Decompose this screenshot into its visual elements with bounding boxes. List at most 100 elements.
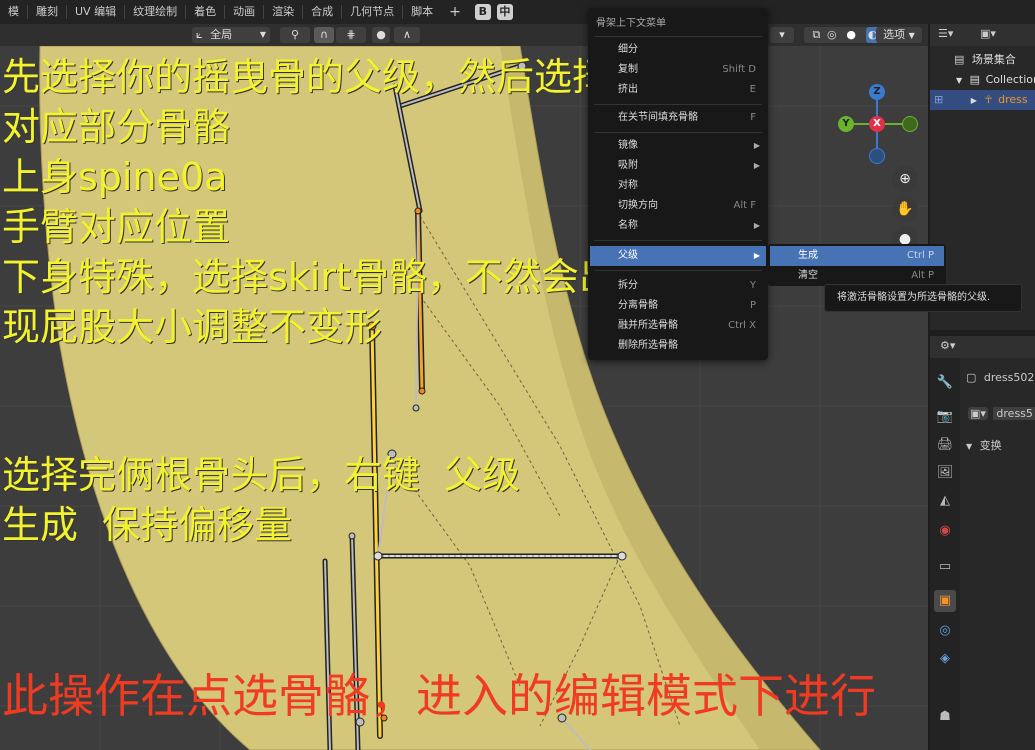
chevron-down-icon: ▼ xyxy=(259,30,266,39)
pan-hand-icon[interactable]: ✋ xyxy=(892,196,918,222)
editor-type-icon[interactable]: ⚙▾ xyxy=(940,339,955,352)
menu-item-subdivide[interactable]: 细分 xyxy=(590,40,766,60)
submenu-item-clear[interactable]: 清空 Alt P xyxy=(770,266,944,286)
armature-data-icon: ⊞ xyxy=(934,93,944,106)
collection-tab-icon[interactable]: ▭ xyxy=(934,556,956,578)
blender-icon[interactable]: B xyxy=(474,4,491,20)
tab-shading[interactable]: 着色 xyxy=(186,0,224,24)
object-name-field[interactable]: ▢ dress502 xyxy=(966,368,1035,388)
pivot-point-dropdown[interactable]: ⚲ xyxy=(280,27,310,43)
tool-tab-icon[interactable]: 🔧 xyxy=(934,372,956,394)
falloff-curve-icon: ∧ xyxy=(402,28,412,41)
bone-joint[interactable] xyxy=(418,387,426,395)
menu-item-extrude[interactable]: 挤出 E xyxy=(590,80,766,100)
gizmo-y-axis[interactable]: Y xyxy=(838,116,854,132)
tab-sculpt[interactable]: 雕刻 xyxy=(28,0,66,24)
outliner-collection[interactable]: ▼ ▤ Collection xyxy=(930,70,1035,90)
snap-increment-icon: ⋕ xyxy=(346,28,356,41)
expand-arrow-icon[interactable]: ▼ xyxy=(956,76,962,85)
data-type-icon[interactable]: ▣▾ xyxy=(968,407,988,420)
overlay-icon: ▾ xyxy=(779,28,785,41)
menu-item-names[interactable]: 名称 ▶ xyxy=(590,216,766,236)
armature-context-menu: 骨架上下文菜单 细分 复制 Shift D 挤出 E 在关节间填充骨骼 F 镜像 ▶ 吸… xyxy=(588,8,768,360)
gizmo-z-axis[interactable]: Z xyxy=(869,84,885,100)
navigation-gizmo[interactable]: Z Y X xyxy=(836,82,920,166)
properties-panel: ⚙▾ 🔧 📷 🖨 🖼 ◭ ◉ ▭ ▣ ◎ ◈ ☗ ▢ dress502 ▣▾ d… xyxy=(930,336,1035,750)
editor-type-icon[interactable]: ☰▾ xyxy=(938,27,953,40)
orientation-label: 全局 xyxy=(210,28,233,41)
display-mode-icon[interactable]: ▣▾ xyxy=(980,27,996,40)
menu-item-switch-direction[interactable]: 切换方向 Alt F xyxy=(590,196,766,216)
outliner-header: ☰▾ ▣▾ xyxy=(930,24,1035,46)
menu-item-delete-bones[interactable]: 删除所选骨骼 xyxy=(590,336,766,356)
proportional-edit-toggle[interactable]: ● xyxy=(372,27,390,43)
menu-item-split[interactable]: 拆分 Y xyxy=(590,276,766,296)
tab-scripting[interactable]: 脚本 xyxy=(403,0,441,24)
solid-shading-icon[interactable]: ● xyxy=(846,27,856,43)
options-label: 选项 xyxy=(883,28,906,41)
physics-tab-icon[interactable]: ◈ xyxy=(934,648,956,670)
menu-item-parent[interactable]: 父级 ▶ xyxy=(590,246,766,266)
transform-orientation-dropdown[interactable]: ⟀ 全局 ▼ xyxy=(192,27,270,43)
pivot-icon: ⚲ xyxy=(290,28,300,41)
language-toggle[interactable]: 中 xyxy=(496,4,513,20)
tab-animation[interactable]: 动画 xyxy=(225,0,263,24)
gizmo-neg-y-axis[interactable] xyxy=(902,116,918,132)
menu-separator xyxy=(594,240,762,241)
expand-arrow-icon[interactable]: ▶ xyxy=(971,96,977,105)
data-name-value[interactable]: dress5 xyxy=(993,407,1035,420)
snap-target-dropdown[interactable]: ⋕ xyxy=(336,27,366,43)
falloff-dropdown[interactable]: ∧ xyxy=(394,27,420,43)
menu-separator xyxy=(594,104,762,105)
gizmo-neg-z-axis[interactable] xyxy=(869,148,885,164)
menu-item-mirror[interactable]: 镜像 ▶ xyxy=(590,136,766,156)
parent-make-tooltip: 将激活骨骼设置为所选骨骼的父级. xyxy=(824,284,1022,312)
gizmo-x-axis[interactable]: X xyxy=(869,116,885,132)
properties-header: ⚙▾ xyxy=(930,336,1035,358)
tab-rendering[interactable]: 渲染 xyxy=(264,0,302,24)
submenu-item-make[interactable]: 生成 Ctrl P xyxy=(770,246,944,266)
tab-modeling[interactable]: 模 xyxy=(0,0,27,24)
tab-uv-editing[interactable]: UV 编辑 xyxy=(67,0,124,24)
tutorial-note-edit-mode: 此操作在点选骨骼，进入的编辑模式下进行 xyxy=(2,669,876,723)
menu-item-symmetrize[interactable]: 对称 xyxy=(590,176,766,196)
add-workspace-button[interactable]: + xyxy=(441,0,469,24)
bone-joint[interactable] xyxy=(373,551,383,561)
menu-separator xyxy=(594,36,762,37)
bone-tab-icon[interactable]: ☗ xyxy=(934,706,956,728)
tab-texture-paint[interactable]: 纹理绘制 xyxy=(125,0,185,24)
tutorial-note-parent-selection: 先选择你的摇曳骨的父级，然后选择 对应部分骨骼 上身spine0a 手臂对应位置… xyxy=(2,55,617,349)
3d-viewport[interactable]: 先选择你的摇曳骨的父级，然后选择 对应部分骨骼 上身spine0a 手臂对应位置… xyxy=(0,46,928,750)
orientation-icon: ⟀ xyxy=(196,28,203,41)
view-options-dropdown[interactable]: 选项 ▼ xyxy=(876,27,922,43)
menu-item-dissolve-bones[interactable]: 融并所选骨骼 Ctrl X xyxy=(590,316,766,336)
proportional-icon: ● xyxy=(376,28,386,41)
menu-item-snap[interactable]: 吸附 ▶ xyxy=(590,156,766,176)
outliner-scene-collection[interactable]: ▤ 场景集合 xyxy=(930,50,1035,70)
object-tab-icon[interactable]: ▣ xyxy=(934,590,956,612)
expand-arrow-icon: ▼ xyxy=(966,442,973,451)
zoom-icon[interactable]: ⊕ xyxy=(892,166,918,192)
bone-joint[interactable] xyxy=(617,551,627,561)
tab-geometry-nodes[interactable]: 几何节点 xyxy=(342,0,402,24)
outliner-armature-object[interactable]: ⊞ ▶ ☥ dress xyxy=(930,90,1035,110)
menu-item-duplicate[interactable]: 复制 Shift D xyxy=(590,60,766,80)
object-square-icon: ▢ xyxy=(966,371,977,384)
menu-item-separate-bones[interactable]: 分离骨骼 P xyxy=(590,296,766,316)
view-layer-tab-icon[interactable]: 🖼 xyxy=(934,462,956,484)
menu-item-fill-between-joints[interactable]: 在关节间填充骨骼 F xyxy=(590,108,766,128)
menu-separator xyxy=(594,132,762,133)
wireframe-shading-icon[interactable]: ◎ xyxy=(827,27,837,43)
tab-compositing[interactable]: 合成 xyxy=(303,0,341,24)
collection-box-icon: ▤ xyxy=(969,73,981,86)
render-tab-icon[interactable]: 📷 xyxy=(934,406,956,428)
data-block-selector[interactable]: ▣▾ dress5 xyxy=(968,404,1035,424)
scene-tab-icon[interactable]: ◭ xyxy=(934,490,956,512)
modifier-tab-icon[interactable]: ◎ xyxy=(934,620,956,642)
overlay-toggle[interactable]: ▾ xyxy=(770,27,794,43)
world-tab-icon[interactable]: ◉ xyxy=(934,520,956,542)
snap-toggle[interactable]: ∩ xyxy=(314,27,334,43)
bone-joint[interactable] xyxy=(412,404,420,412)
transform-panel-header[interactable]: ▼ 变换 xyxy=(966,436,1035,456)
output-tab-icon[interactable]: 🖨 xyxy=(934,434,956,456)
